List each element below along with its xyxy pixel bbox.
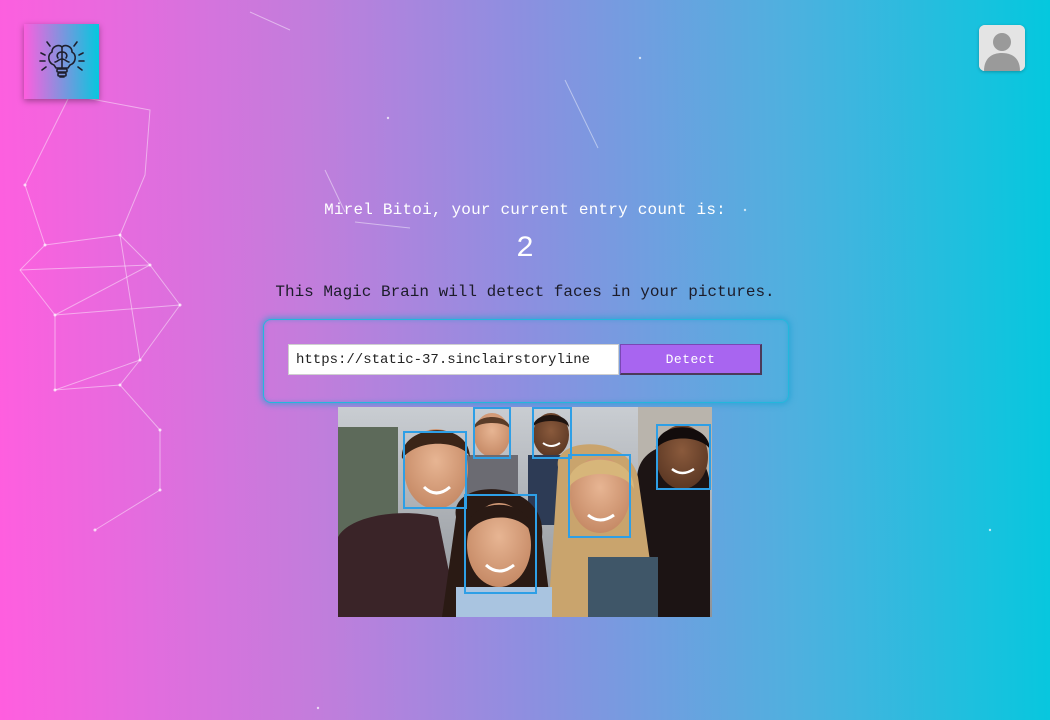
detect-button[interactable]: Detect <box>620 344 762 375</box>
entry-count-message: Mirel Bitoi, your current entry count is… <box>324 201 726 219</box>
face-bounding-box <box>568 454 631 538</box>
face-bounding-box <box>403 431 467 509</box>
tagline: This Magic Brain will detect faces in yo… <box>275 283 775 301</box>
face-bounding-box <box>464 494 537 594</box>
user-silhouette-icon <box>979 25 1025 71</box>
detected-image <box>338 407 712 617</box>
profile-avatar-button[interactable] <box>979 25 1025 71</box>
image-url-input[interactable] <box>288 344 619 375</box>
face-bounding-box <box>656 424 711 490</box>
brain-logo <box>24 24 99 99</box>
face-bounding-box <box>473 407 511 459</box>
brain-lightbulb-icon <box>38 40 85 78</box>
face-bounding-box <box>532 407 572 459</box>
entry-count-value: 2 <box>515 232 534 266</box>
